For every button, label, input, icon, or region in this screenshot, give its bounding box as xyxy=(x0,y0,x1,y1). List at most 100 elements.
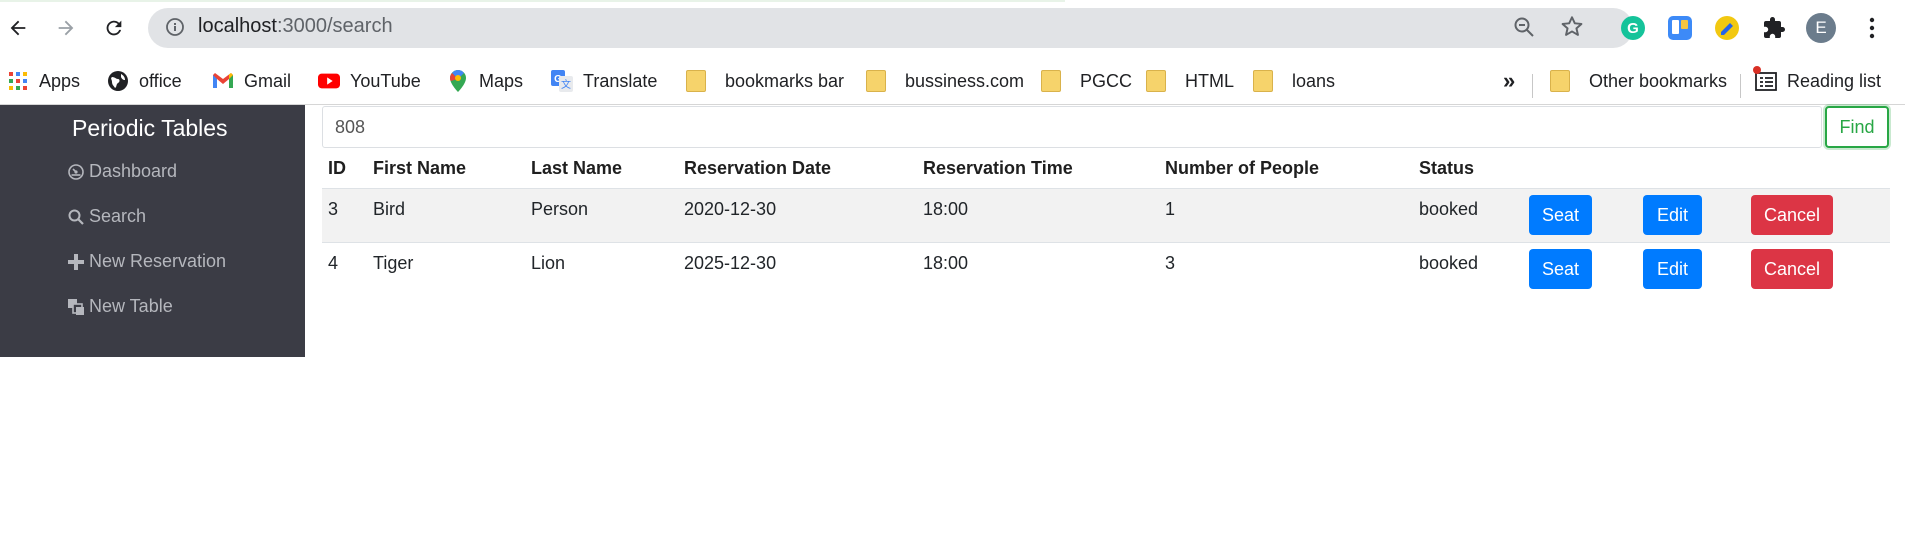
edit-button[interactable]: Edit xyxy=(1643,249,1702,289)
bookmark-label: Other bookmarks xyxy=(1589,70,1728,91)
sidebar: Periodic Tables Dashboard Search New Res… xyxy=(0,105,305,357)
seat-button[interactable]: Seat xyxy=(1529,195,1592,235)
sidebar-item-label: Search xyxy=(89,206,147,226)
bookmark-label: Reading list xyxy=(1787,70,1882,91)
folder-icon xyxy=(1549,70,1571,92)
cell-last-name: Person xyxy=(531,199,589,219)
cell-first-name: Bird xyxy=(373,199,406,219)
extensions-puzzle-icon[interactable] xyxy=(1758,12,1790,44)
sidebar-item-label: Dashboard xyxy=(89,161,178,181)
cell-first-name: Tiger xyxy=(373,253,414,273)
bookmark-youtube[interactable]: YouTube xyxy=(318,65,421,97)
site-info-icon[interactable] xyxy=(165,17,185,42)
cell-status: booked xyxy=(1419,199,1479,219)
trello-extension-icon[interactable] xyxy=(1664,12,1696,44)
column-header-first-name: First Name xyxy=(373,158,467,178)
svg-text:G: G xyxy=(1627,20,1639,37)
bookmark-label: loans xyxy=(1292,70,1336,91)
bookmark-folder-loans[interactable]: loans xyxy=(1252,65,1335,97)
notification-dot xyxy=(1753,66,1761,74)
bookmark-label: Gmail xyxy=(244,70,292,91)
apps-grid-icon xyxy=(7,70,29,92)
bookmark-office[interactable]: office xyxy=(107,65,182,97)
browser-toolbar: localhost:3000/search G E xyxy=(0,0,1905,56)
reading-list-icon xyxy=(1753,66,1777,92)
bookmark-label: bookmarks bar xyxy=(725,70,845,91)
bookmark-label: Translate xyxy=(583,70,658,91)
bookmark-folder-bookmarks-bar[interactable]: bookmarks bar xyxy=(685,65,844,97)
column-header-reservation-time: Reservation Time xyxy=(923,158,1073,178)
folder-icon xyxy=(865,70,887,92)
cell-reservation-time: 18:00 xyxy=(923,253,969,273)
forward-icon[interactable] xyxy=(48,10,84,46)
profile-initial: E xyxy=(1815,18,1827,37)
bookmark-maps[interactable]: Maps xyxy=(447,65,523,97)
bookmark-label: PGCC xyxy=(1080,70,1133,91)
bookmark-translate[interactable]: G文 Translate xyxy=(551,65,657,97)
cell-number-of-people: 1 xyxy=(1165,199,1176,219)
url-text[interactable]: localhost:3000/search xyxy=(198,15,393,38)
cell-reservation-date: 2025-12-30 xyxy=(684,253,777,273)
cell-status: booked xyxy=(1419,253,1479,273)
bookmark-label: Maps xyxy=(479,70,524,91)
svg-text:文: 文 xyxy=(561,78,571,91)
sidebar-item-search[interactable]: Search xyxy=(67,206,146,227)
gmail-icon xyxy=(212,70,234,92)
column-header-last-name: Last Name xyxy=(531,158,623,178)
bookmark-folder-bussiness[interactable]: bussiness.com xyxy=(865,65,1024,97)
pencil-extension-icon[interactable] xyxy=(1711,12,1743,44)
cell-last-name: Lion xyxy=(531,253,566,273)
search-icon xyxy=(67,208,85,226)
bookmark-label: bussiness.com xyxy=(905,70,1025,91)
sidebar-item-label: New Reservation xyxy=(89,251,227,271)
sidebar-item-new-table[interactable]: New Table xyxy=(67,296,173,317)
column-header-reservation-date: Reservation Date xyxy=(684,158,832,178)
grammarly-icon[interactable]: G xyxy=(1617,12,1649,44)
profile-avatar[interactable]: E xyxy=(1805,12,1837,44)
table-row: 4 Tiger Lion 2025-12-30 18:00 3 booked S… xyxy=(322,242,1890,297)
folder-icon xyxy=(1040,70,1062,92)
bookmark-folder-html[interactable]: HTML xyxy=(1145,65,1234,97)
bookmarks-bar: Apps office Gmail YouTube Maps G文 Transl… xyxy=(0,58,1905,105)
url-path: :3000/search xyxy=(276,15,393,37)
translate-icon: G文 xyxy=(551,70,573,92)
app-title[interactable]: Periodic Tables xyxy=(72,115,228,142)
bookmark-gmail[interactable]: Gmail xyxy=(212,65,291,97)
bookmarks-overflow-button[interactable]: » xyxy=(1503,65,1515,97)
folder-icon xyxy=(1145,70,1167,92)
table-row: 3 Bird Person 2020-12-30 18:00 1 booked … xyxy=(322,188,1890,243)
browser-menu-icon[interactable] xyxy=(1856,12,1888,44)
bookmark-label: YouTube xyxy=(350,70,421,91)
find-button[interactable]: Find xyxy=(1825,106,1889,148)
edit-button[interactable]: Edit xyxy=(1643,195,1702,235)
dashboard-icon xyxy=(67,163,85,181)
cancel-button[interactable]: Cancel xyxy=(1751,249,1833,289)
column-header-number-of-people: Number of People xyxy=(1165,158,1320,178)
sidebar-item-dashboard[interactable]: Dashboard xyxy=(67,161,177,182)
back-icon[interactable] xyxy=(0,10,36,46)
bookmarks-divider xyxy=(1740,74,1741,98)
sidebar-item-new-reservation[interactable]: New Reservation xyxy=(67,251,226,272)
other-bookmarks-folder[interactable]: Other bookmarks xyxy=(1549,65,1727,97)
cell-id: 4 xyxy=(328,253,339,273)
reading-list-button[interactable]: Reading list xyxy=(1753,65,1882,97)
bookmark-label: Apps xyxy=(39,70,81,91)
cell-id: 3 xyxy=(328,199,339,219)
bookmark-folder-pgcc[interactable]: PGCC xyxy=(1040,65,1132,97)
reload-icon[interactable] xyxy=(96,10,132,46)
bookmarks-divider xyxy=(1532,74,1533,98)
cell-reservation-time: 18:00 xyxy=(923,199,969,219)
search-input[interactable] xyxy=(322,106,1822,148)
seat-button[interactable]: Seat xyxy=(1529,249,1592,289)
page-load-bar xyxy=(0,0,1065,2)
zoom-icon[interactable] xyxy=(1512,15,1536,44)
bookmark-star-icon[interactable] xyxy=(1559,14,1585,45)
cell-number-of-people: 3 xyxy=(1165,253,1176,273)
folder-icon xyxy=(685,70,707,92)
column-header-status: Status xyxy=(1419,158,1475,178)
youtube-icon xyxy=(318,70,340,92)
maps-pin-icon xyxy=(447,70,469,92)
bookmark-apps[interactable]: Apps xyxy=(7,65,80,97)
cancel-button[interactable]: Cancel xyxy=(1751,195,1833,235)
tables-icon xyxy=(67,298,85,316)
